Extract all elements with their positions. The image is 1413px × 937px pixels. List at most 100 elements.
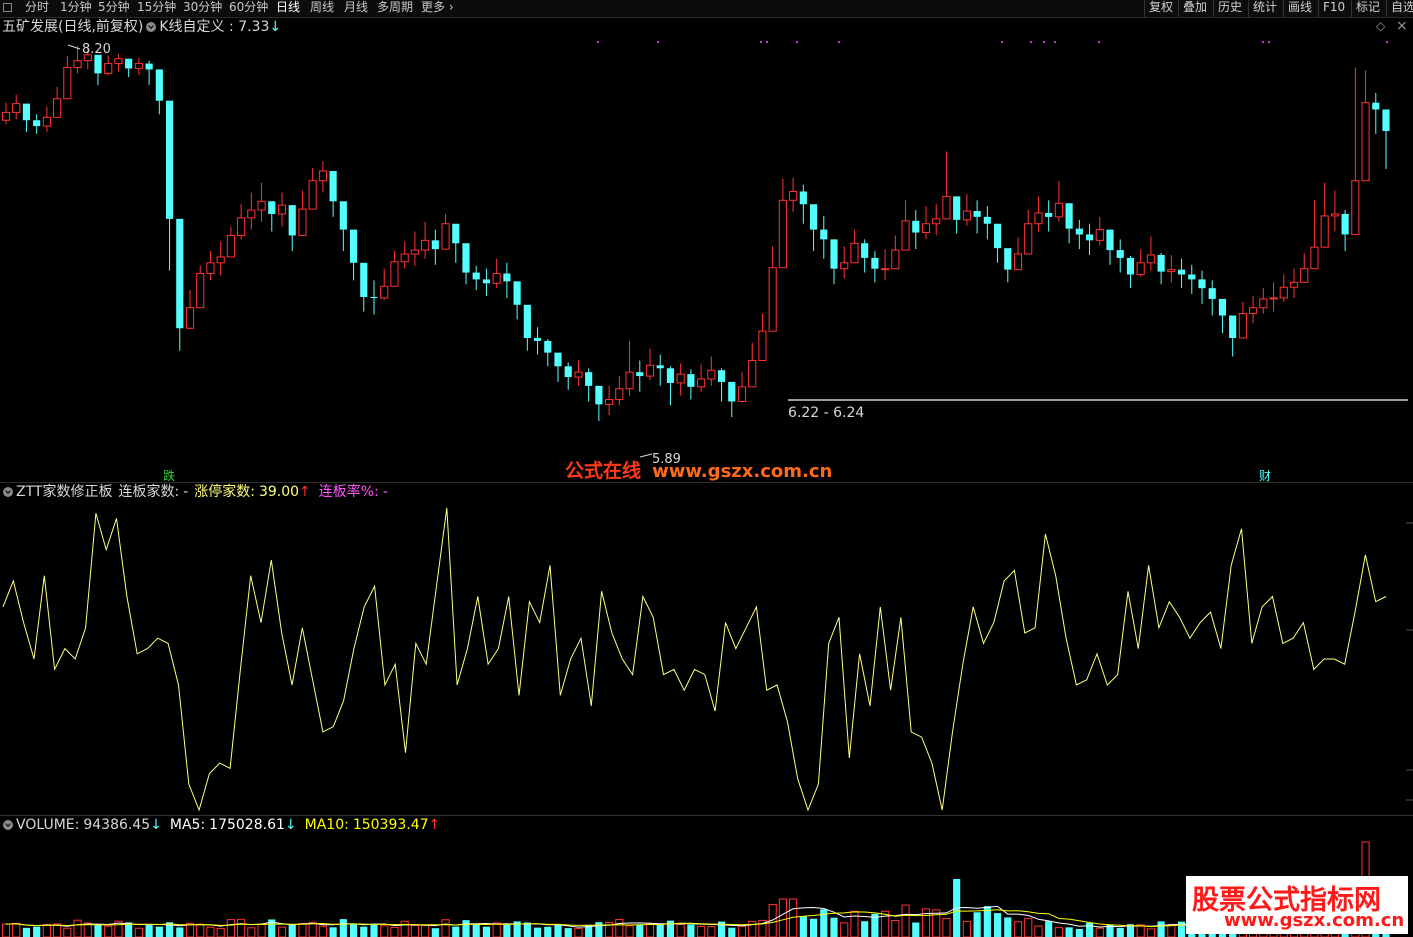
tab-1min[interactable]: 1分钟 <box>60 0 92 17</box>
candle-body <box>962 210 971 221</box>
volume-bar <box>104 925 113 937</box>
ma10-value: 150393.47 <box>352 817 429 833</box>
tab-60min[interactable]: 60分钟 <box>229 0 268 17</box>
volume-bar <box>973 912 981 937</box>
tab-5min[interactable]: 5分钟 <box>98 0 130 17</box>
candle-body <box>1198 279 1206 289</box>
candle-body <box>676 373 685 384</box>
tab-daily[interactable]: 日线 <box>276 0 300 17</box>
volume-bar <box>1146 928 1155 937</box>
marker-dot <box>1268 41 1270 43</box>
volume-label: VOLUME: <box>16 817 80 833</box>
candle-body <box>840 262 849 270</box>
volume-bar <box>196 923 205 937</box>
ztt-line-chart[interactable] <box>0 500 1413 815</box>
volume-bar <box>1045 921 1053 937</box>
volume-bar <box>645 923 655 937</box>
volume-bar <box>1157 921 1165 937</box>
candle-body <box>277 204 287 215</box>
candle-body <box>441 223 450 250</box>
candle-body <box>155 69 163 101</box>
volume-bar <box>636 924 644 937</box>
volume-bar <box>656 924 664 937</box>
tab-more[interactable]: 更多 › <box>421 0 454 17</box>
volume-bar <box>503 924 511 937</box>
price-candlestick-chart[interactable] <box>0 36 1413 482</box>
history-button[interactable]: 历史 <box>1213 0 1242 17</box>
candle-body <box>1034 212 1043 225</box>
overlay-button[interactable]: 叠加 <box>1178 0 1207 17</box>
watchlist-button[interactable]: 自选 <box>1386 0 1413 17</box>
candle-body <box>932 218 941 225</box>
volume-bar <box>840 922 849 937</box>
candle-body <box>370 296 378 298</box>
candle-body <box>850 242 859 264</box>
stats-button[interactable]: 统计 <box>1248 0 1277 17</box>
candle-body <box>533 337 542 341</box>
volume-bar <box>554 924 562 937</box>
candle-body <box>1 111 11 121</box>
candle-body <box>390 261 399 287</box>
candle-body <box>1238 313 1247 339</box>
volume-bar <box>257 924 266 937</box>
candle-body <box>1095 229 1104 241</box>
f10-button[interactable]: F10 <box>1318 0 1345 17</box>
tab-30min[interactable]: 30分钟 <box>183 0 222 17</box>
candle-body <box>1126 257 1135 275</box>
close-icon[interactable]: × <box>1396 18 1408 34</box>
volume-bar <box>370 923 378 937</box>
fuquan-button[interactable]: 复权 <box>1144 0 1173 17</box>
candle-body <box>1116 250 1124 258</box>
volume-bar <box>134 927 143 937</box>
candle-body <box>809 204 818 230</box>
candle-body <box>585 372 593 386</box>
tab-more-label: 更多 <box>421 0 446 14</box>
candle-body <box>196 273 205 309</box>
candle-body <box>380 285 389 299</box>
draw-line-button[interactable]: 画线 <box>1283 0 1312 17</box>
volume-bar <box>298 922 307 937</box>
tab-monthly[interactable]: 月线 <box>344 0 368 17</box>
candle-body <box>63 66 72 100</box>
volume-bar <box>288 924 296 937</box>
mark-button[interactable]: 标记 <box>1351 0 1380 17</box>
candle-body <box>410 249 419 255</box>
lianban-rate-label: 连板率%: <box>318 484 379 500</box>
indicator-menu-icon[interactable] <box>3 820 13 830</box>
diamond-icon[interactable]: ◇ <box>1376 19 1385 33</box>
candle-body <box>1229 315 1237 338</box>
volume-bar <box>574 928 583 937</box>
volume-bar <box>932 909 941 937</box>
volume-bar <box>748 920 757 937</box>
volume-bar <box>1095 927 1104 937</box>
indicator-menu-icon[interactable] <box>146 22 157 32</box>
volume-bar <box>962 920 971 937</box>
candle-body <box>360 262 368 297</box>
candle-body <box>452 223 460 244</box>
volume-bar <box>707 926 716 937</box>
candle-body <box>1361 102 1370 182</box>
volume-bar <box>390 926 399 937</box>
tab-multi-period[interactable]: 多周期 <box>377 0 413 17</box>
candle-body <box>912 220 920 233</box>
tab-weekly[interactable]: 周线 <box>310 0 334 17</box>
volume-bar <box>226 919 235 937</box>
volume-bar <box>625 925 634 937</box>
candle-body <box>1382 109 1390 131</box>
chevron-right-icon: › <box>445 0 454 14</box>
volume-bar <box>523 922 531 937</box>
marker-dot <box>597 41 599 43</box>
candle-body <box>595 385 603 405</box>
candle-body <box>421 239 430 251</box>
volume-bar <box>155 926 163 937</box>
volume-bar <box>12 922 21 937</box>
candle-body <box>993 223 1002 249</box>
restore-window-icon[interactable] <box>3 3 12 12</box>
volume-bar <box>431 928 439 937</box>
indicator-menu-icon[interactable] <box>3 487 13 497</box>
candle-body <box>605 399 614 405</box>
volume-bar <box>308 921 317 937</box>
tab-fenshi[interactable]: 分时 <box>25 0 49 17</box>
tab-15min[interactable]: 15分钟 <box>137 0 176 17</box>
candle-body <box>134 63 143 69</box>
